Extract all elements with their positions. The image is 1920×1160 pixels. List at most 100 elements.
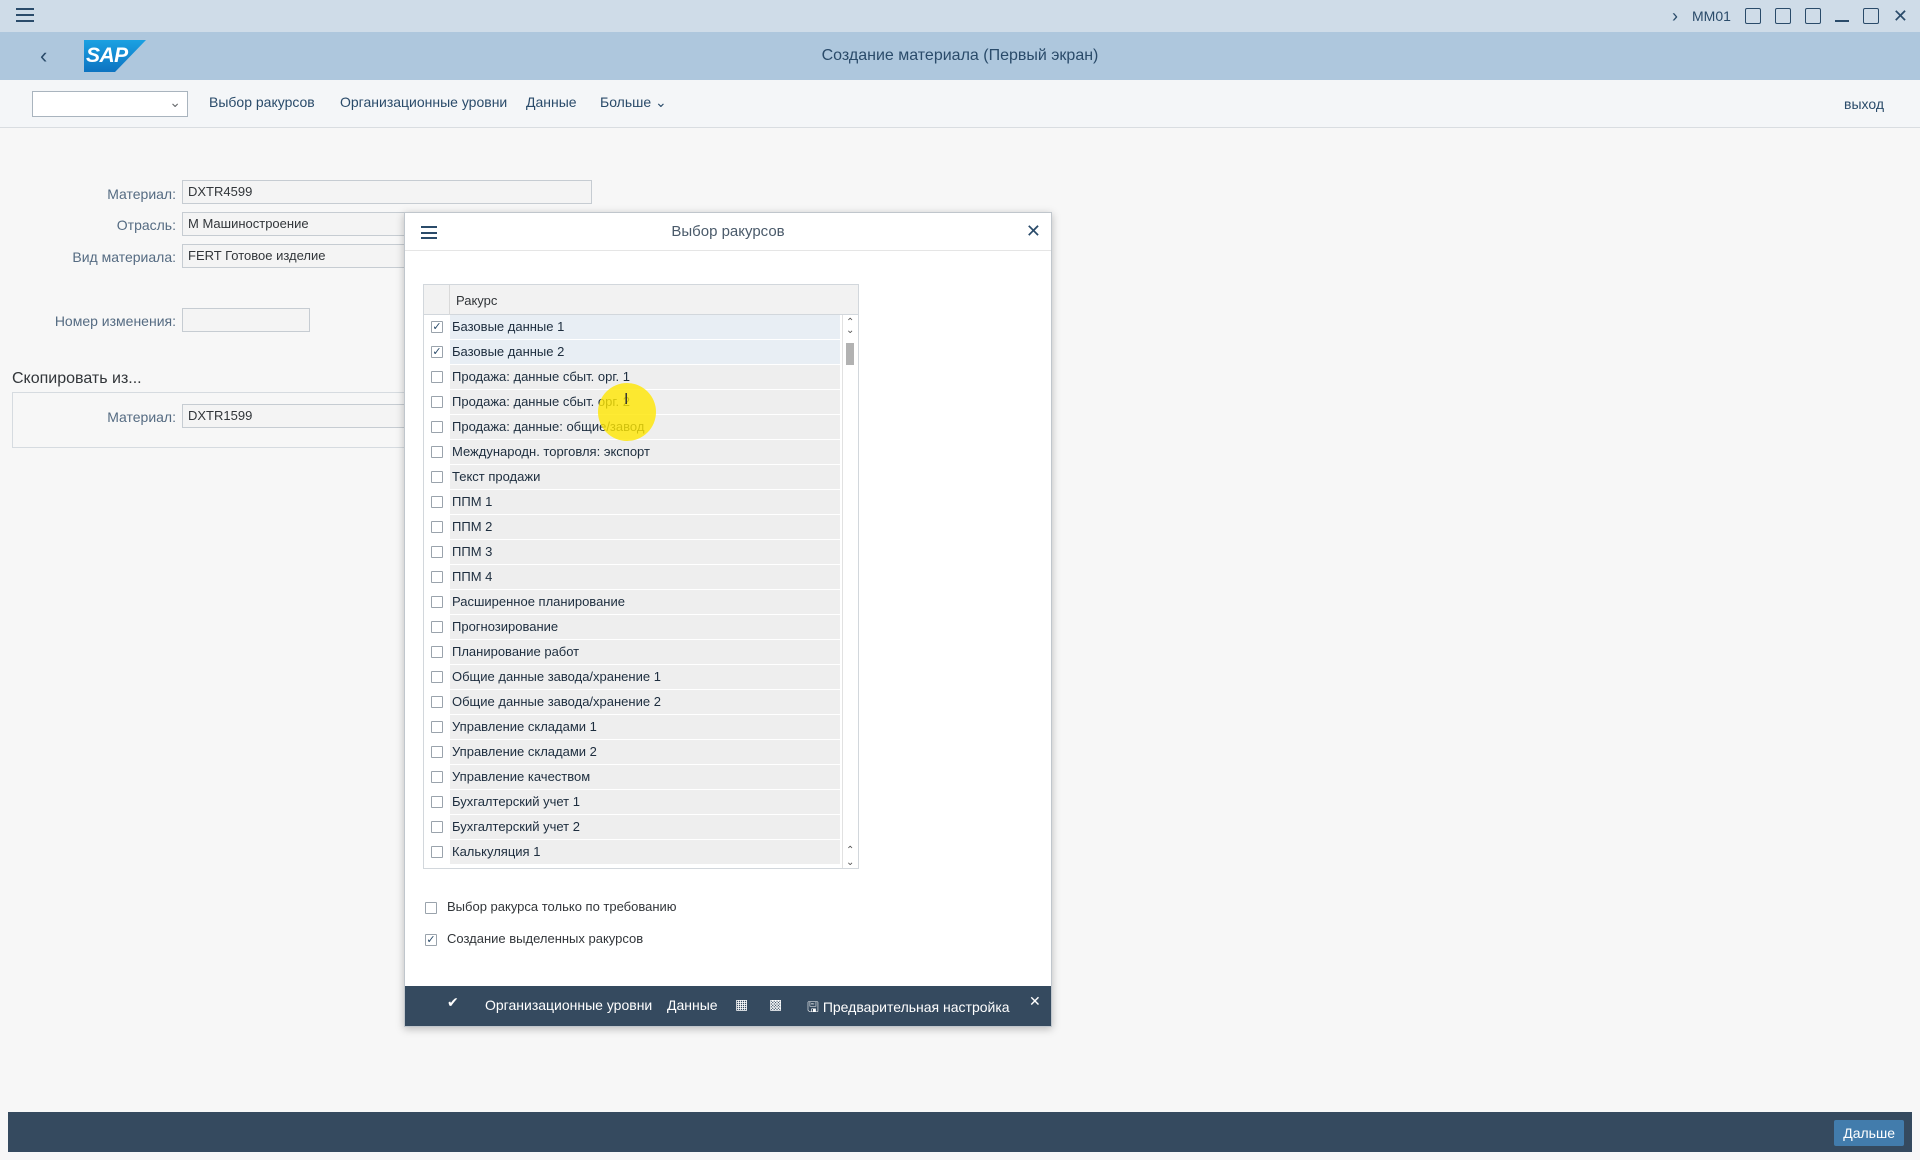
confirm-icon[interactable]: ✔	[447, 994, 459, 1011]
row-select-cell[interactable]	[424, 565, 450, 590]
cancel-icon[interactable]: ✕	[1029, 993, 1041, 1010]
view-checkbox[interactable]	[431, 746, 443, 758]
list-item[interactable]: Управление качеством	[424, 765, 840, 790]
view-checkbox[interactable]	[431, 771, 443, 783]
org-levels-button[interactable]: Организационные уровни	[340, 94, 507, 110]
view-checkbox[interactable]: ✓	[431, 321, 443, 333]
list-item[interactable]: ✓ Базовые данные 1	[424, 315, 840, 340]
chevron-right-icon[interactable]: ›	[1672, 6, 1678, 27]
list-item[interactable]: ✓ Базовые данные 2	[424, 340, 840, 365]
command-dropdown[interactable]: ⌄	[32, 91, 188, 117]
material-type-field[interactable]: FERT Готовое изделие	[182, 244, 412, 268]
row-select-cell[interactable]	[424, 515, 450, 540]
exit-button[interactable]: выход	[1844, 96, 1884, 112]
view-checkbox[interactable]	[431, 696, 443, 708]
view-checkbox[interactable]	[431, 396, 443, 408]
list-item[interactable]: ППМ 1	[424, 490, 840, 515]
select-all-column[interactable]	[424, 285, 450, 315]
table-scrollbar[interactable]: ⌃ ⌄ ⌃ ⌄	[842, 315, 858, 868]
row-select-cell[interactable]: ✓	[424, 340, 450, 365]
row-select-cell[interactable]	[424, 615, 450, 640]
hamburger-menu-icon[interactable]	[16, 8, 34, 22]
list-item[interactable]: Общие данные завода/хранение 1	[424, 665, 840, 690]
row-select-cell[interactable]	[424, 590, 450, 615]
row-select-cell[interactable]	[424, 765, 450, 790]
list-item[interactable]: Прогнозирование	[424, 615, 840, 640]
on-demand-checkbox[interactable]	[425, 901, 437, 914]
row-select-cell[interactable]	[424, 415, 450, 440]
view-checkbox[interactable]	[431, 846, 443, 858]
unlock-icon[interactable]	[1804, 8, 1821, 24]
view-checkbox[interactable]	[431, 546, 443, 558]
row-select-cell[interactable]	[424, 490, 450, 515]
list-item[interactable]: ППМ 3	[424, 540, 840, 565]
row-select-cell[interactable]	[424, 790, 450, 815]
view-checkbox[interactable]	[431, 371, 443, 383]
select-views-button[interactable]: Выбор ракурсов	[209, 94, 315, 110]
row-select-cell[interactable]	[424, 840, 450, 865]
view-checkbox[interactable]	[431, 821, 443, 833]
footer-org-levels-button[interactable]: Организационные уровни	[485, 997, 652, 1013]
row-select-cell[interactable]	[424, 690, 450, 715]
view-checkbox[interactable]	[431, 621, 443, 633]
view-checkbox[interactable]	[431, 571, 443, 583]
row-select-cell[interactable]	[424, 815, 450, 840]
list-item[interactable]: Управление складами 2	[424, 740, 840, 765]
preset-button[interactable]: 🖫 Предварительная настройка	[807, 997, 1010, 1021]
row-select-cell[interactable]	[424, 390, 450, 415]
view-checkbox[interactable]	[431, 671, 443, 683]
list-item[interactable]: ППМ 2	[424, 515, 840, 540]
view-checkbox[interactable]	[431, 446, 443, 458]
select-all-icon[interactable]: ▦	[735, 996, 748, 1013]
list-item[interactable]: Общие данные завода/хранение 2	[424, 690, 840, 715]
close-icon[interactable]: ✕	[1026, 221, 1041, 241]
list-item[interactable]: ППМ 4	[424, 565, 840, 590]
list-item[interactable]: Управление складами 1	[424, 715, 840, 740]
list-item[interactable]: Планирование работ	[424, 640, 840, 665]
copy-material-field[interactable]: DXTR1599	[182, 404, 412, 428]
scroll-down-icon[interactable]: ⌄	[846, 857, 854, 868]
close-window-icon[interactable]: ✕	[1893, 7, 1908, 25]
view-checkbox[interactable]	[431, 521, 443, 533]
row-select-cell[interactable]	[424, 365, 450, 390]
list-item[interactable]: Расширенное планирование	[424, 590, 840, 615]
row-select-cell[interactable]	[424, 540, 450, 565]
list-item[interactable]: Международн. торговля: экспорт	[424, 440, 840, 465]
next-button[interactable]: Дальше	[1834, 1120, 1904, 1146]
list-item[interactable]: Бухгалтерский учет 1	[424, 790, 840, 815]
row-select-cell[interactable]	[424, 440, 450, 465]
more-button[interactable]: Больше ⌄	[600, 94, 667, 111]
row-select-cell[interactable]	[424, 740, 450, 765]
play-icon[interactable]	[1744, 8, 1761, 24]
change-number-field[interactable]	[182, 308, 310, 332]
view-checkbox[interactable]	[431, 496, 443, 508]
deselect-all-icon[interactable]: ▩	[769, 996, 782, 1013]
view-checkbox[interactable]	[431, 646, 443, 658]
list-item[interactable]: Калькуляция 1	[424, 840, 840, 865]
row-select-cell[interactable]	[424, 715, 450, 740]
row-select-cell[interactable]: ✓	[424, 315, 450, 340]
view-checkbox[interactable]	[431, 471, 443, 483]
material-field[interactable]: DXTR4599	[182, 180, 592, 204]
row-select-cell[interactable]	[424, 465, 450, 490]
row-select-cell[interactable]	[424, 640, 450, 665]
row-select-cell[interactable]	[424, 665, 450, 690]
scroll-down-small-icon[interactable]: ⌄	[846, 325, 854, 336]
list-item[interactable]: Бухгалтерский учет 2	[424, 815, 840, 840]
industry-field[interactable]: M Машиностроение	[182, 212, 412, 236]
view-checkbox[interactable]	[431, 596, 443, 608]
list-item[interactable]: Текст продажи	[424, 465, 840, 490]
scroll-thumb[interactable]	[846, 343, 854, 365]
view-checkbox[interactable]	[431, 421, 443, 433]
minimize-icon[interactable]	[1834, 20, 1849, 22]
view-checkbox[interactable]	[431, 796, 443, 808]
view-checkbox[interactable]	[431, 721, 443, 733]
scroll-up-bottom-icon[interactable]: ⌃	[846, 845, 854, 856]
create-selected-checkbox[interactable]: ✓	[425, 933, 437, 946]
on-demand-option[interactable]: Выбор ракурса только по требованию	[425, 899, 677, 914]
maximize-icon[interactable]	[1862, 8, 1879, 24]
layout-icon[interactable]	[1774, 8, 1791, 24]
data-button[interactable]: Данные	[526, 94, 577, 110]
create-selected-option[interactable]: ✓ Создание выделенных ракурсов	[425, 931, 643, 946]
view-checkbox[interactable]: ✓	[431, 346, 443, 358]
